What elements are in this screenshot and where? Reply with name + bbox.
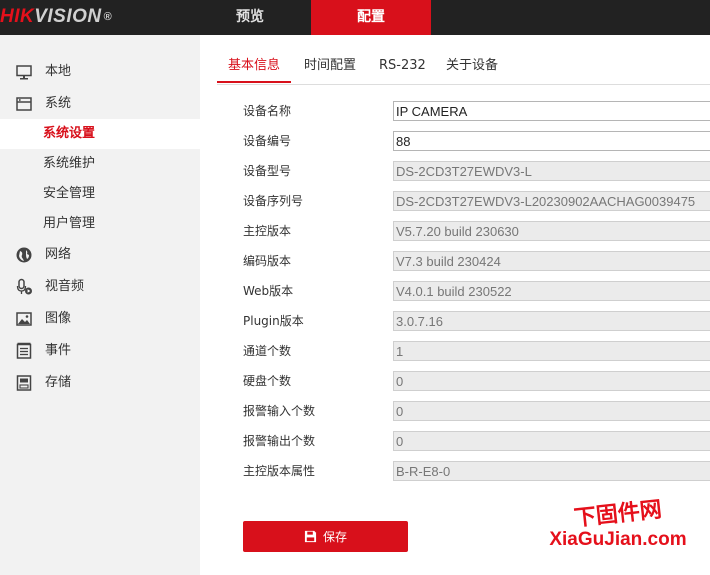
field-label: 设备编号 xyxy=(243,134,292,148)
form-row: 报警输出个数 xyxy=(243,431,710,451)
save-button[interactable]: 保存 xyxy=(243,521,408,552)
readonly-field[interactable] xyxy=(393,251,710,271)
sidebar-item-label: 系统 xyxy=(45,96,72,111)
save-button-label: 保存 xyxy=(322,530,347,544)
readonly-field[interactable] xyxy=(393,161,710,181)
editable-field[interactable] xyxy=(393,131,710,151)
tab-rs232[interactable]: RS-232 xyxy=(379,49,426,83)
system-icon xyxy=(16,97,32,111)
form-row: 硬盘个数 xyxy=(243,371,710,391)
form-row: 通道个数 xyxy=(243,341,710,361)
sidebar-item-security[interactable]: 安全管理 xyxy=(0,179,200,209)
readonly-field[interactable] xyxy=(393,221,710,241)
readonly-field[interactable] xyxy=(393,461,710,481)
readonly-field[interactable] xyxy=(393,191,710,211)
sidebar-item-maintenance[interactable]: 系统维护 xyxy=(0,149,200,179)
readonly-field[interactable] xyxy=(393,311,710,331)
floppy-icon xyxy=(304,530,317,543)
sidebar-item-label: 用户管理 xyxy=(43,216,96,231)
top-bar: HIKVISION ® 预览 配置 xyxy=(0,0,710,35)
field-label: Web版本 xyxy=(243,284,294,298)
sidebar-item-label: 系统设置 xyxy=(43,126,96,141)
tab-about-device[interactable]: 关于设备 xyxy=(446,49,498,83)
readonly-field[interactable] xyxy=(393,401,710,421)
logo-vision: VISION xyxy=(34,6,102,27)
list-icon xyxy=(16,342,32,359)
field-label: 设备型号 xyxy=(243,164,292,178)
form-row: 主控版本属性 xyxy=(243,461,710,481)
disk-icon xyxy=(16,375,32,391)
tab-basic-info[interactable]: 基本信息 xyxy=(217,49,291,83)
field-label: Plugin版本 xyxy=(243,314,304,328)
form-row: 报警输入个数 xyxy=(243,401,710,421)
logo-registered: ® xyxy=(103,11,113,23)
field-label: 编码版本 xyxy=(243,254,292,268)
field-label: 报警输入个数 xyxy=(243,404,316,418)
readonly-field[interactable] xyxy=(393,281,710,301)
form-row: 设备序列号 xyxy=(243,191,710,211)
sidebar-item-label: 事件 xyxy=(45,343,72,358)
form-row: 设备编号 xyxy=(243,131,710,151)
sidebar-item-network[interactable]: 网络 xyxy=(0,240,200,270)
microphone-icon xyxy=(16,278,32,295)
form-row: 设备名称 xyxy=(243,101,710,121)
globe-icon xyxy=(16,247,32,263)
field-label: 硬盘个数 xyxy=(243,374,292,388)
form-row: 设备型号 xyxy=(243,161,710,181)
sidebar-item-users[interactable]: 用户管理 xyxy=(0,209,200,239)
readonly-field[interactable] xyxy=(393,371,710,391)
field-label: 设备序列号 xyxy=(243,194,304,208)
sidebar-item-label: 视音频 xyxy=(45,279,85,294)
sidebar-item-label: 图像 xyxy=(45,311,72,326)
sidebar-item-video-audio[interactable]: 视音频 xyxy=(0,272,200,302)
sidebar: 本地 系统 系统设置 系统维护 安全管理 用户管理 网络 视音频 图像 事件 存… xyxy=(0,35,200,575)
field-label: 设备名称 xyxy=(243,104,292,118)
form-row: 编码版本 xyxy=(243,251,710,271)
readonly-field[interactable] xyxy=(393,341,710,361)
sidebar-item-local[interactable]: 本地 xyxy=(0,57,200,87)
sidebar-item-label: 本地 xyxy=(45,64,72,79)
nav-preview[interactable]: 预览 xyxy=(190,0,310,35)
main-panel: 基本信息 时间配置 RS-232 关于设备 设备名称设备编号设备型号设备序列号主… xyxy=(200,35,710,575)
monitor-icon xyxy=(16,65,32,80)
form-row: Web版本 xyxy=(243,281,710,301)
form-row: Plugin版本 xyxy=(243,311,710,331)
field-label: 主控版本 xyxy=(243,224,292,238)
readonly-field[interactable] xyxy=(393,431,710,451)
sidebar-item-event[interactable]: 事件 xyxy=(0,336,200,366)
field-label: 主控版本属性 xyxy=(243,464,316,478)
picture-icon xyxy=(16,312,32,326)
sidebar-item-image[interactable]: 图像 xyxy=(0,304,200,334)
nav-config[interactable]: 配置 xyxy=(311,0,431,35)
sidebar-item-label: 网络 xyxy=(45,247,72,262)
sidebar-item-storage[interactable]: 存储 xyxy=(0,368,200,398)
tab-bar: 基本信息 时间配置 RS-232 关于设备 xyxy=(217,35,710,85)
field-label: 报警输出个数 xyxy=(243,434,316,448)
sidebar-item-system-settings[interactable]: 系统设置 xyxy=(0,119,200,149)
sidebar-item-system[interactable]: 系统 xyxy=(0,89,200,119)
sidebar-item-label: 系统维护 xyxy=(43,156,96,171)
field-label: 通道个数 xyxy=(243,344,292,358)
sidebar-item-label: 安全管理 xyxy=(43,186,96,201)
editable-field[interactable] xyxy=(393,101,710,121)
logo-hik: HIK xyxy=(0,6,35,27)
hikvision-logo: HIKVISION ® xyxy=(0,3,112,31)
tab-time-config[interactable]: 时间配置 xyxy=(304,49,356,83)
sidebar-item-label: 存储 xyxy=(45,375,72,390)
form-row: 主控版本 xyxy=(243,221,710,241)
